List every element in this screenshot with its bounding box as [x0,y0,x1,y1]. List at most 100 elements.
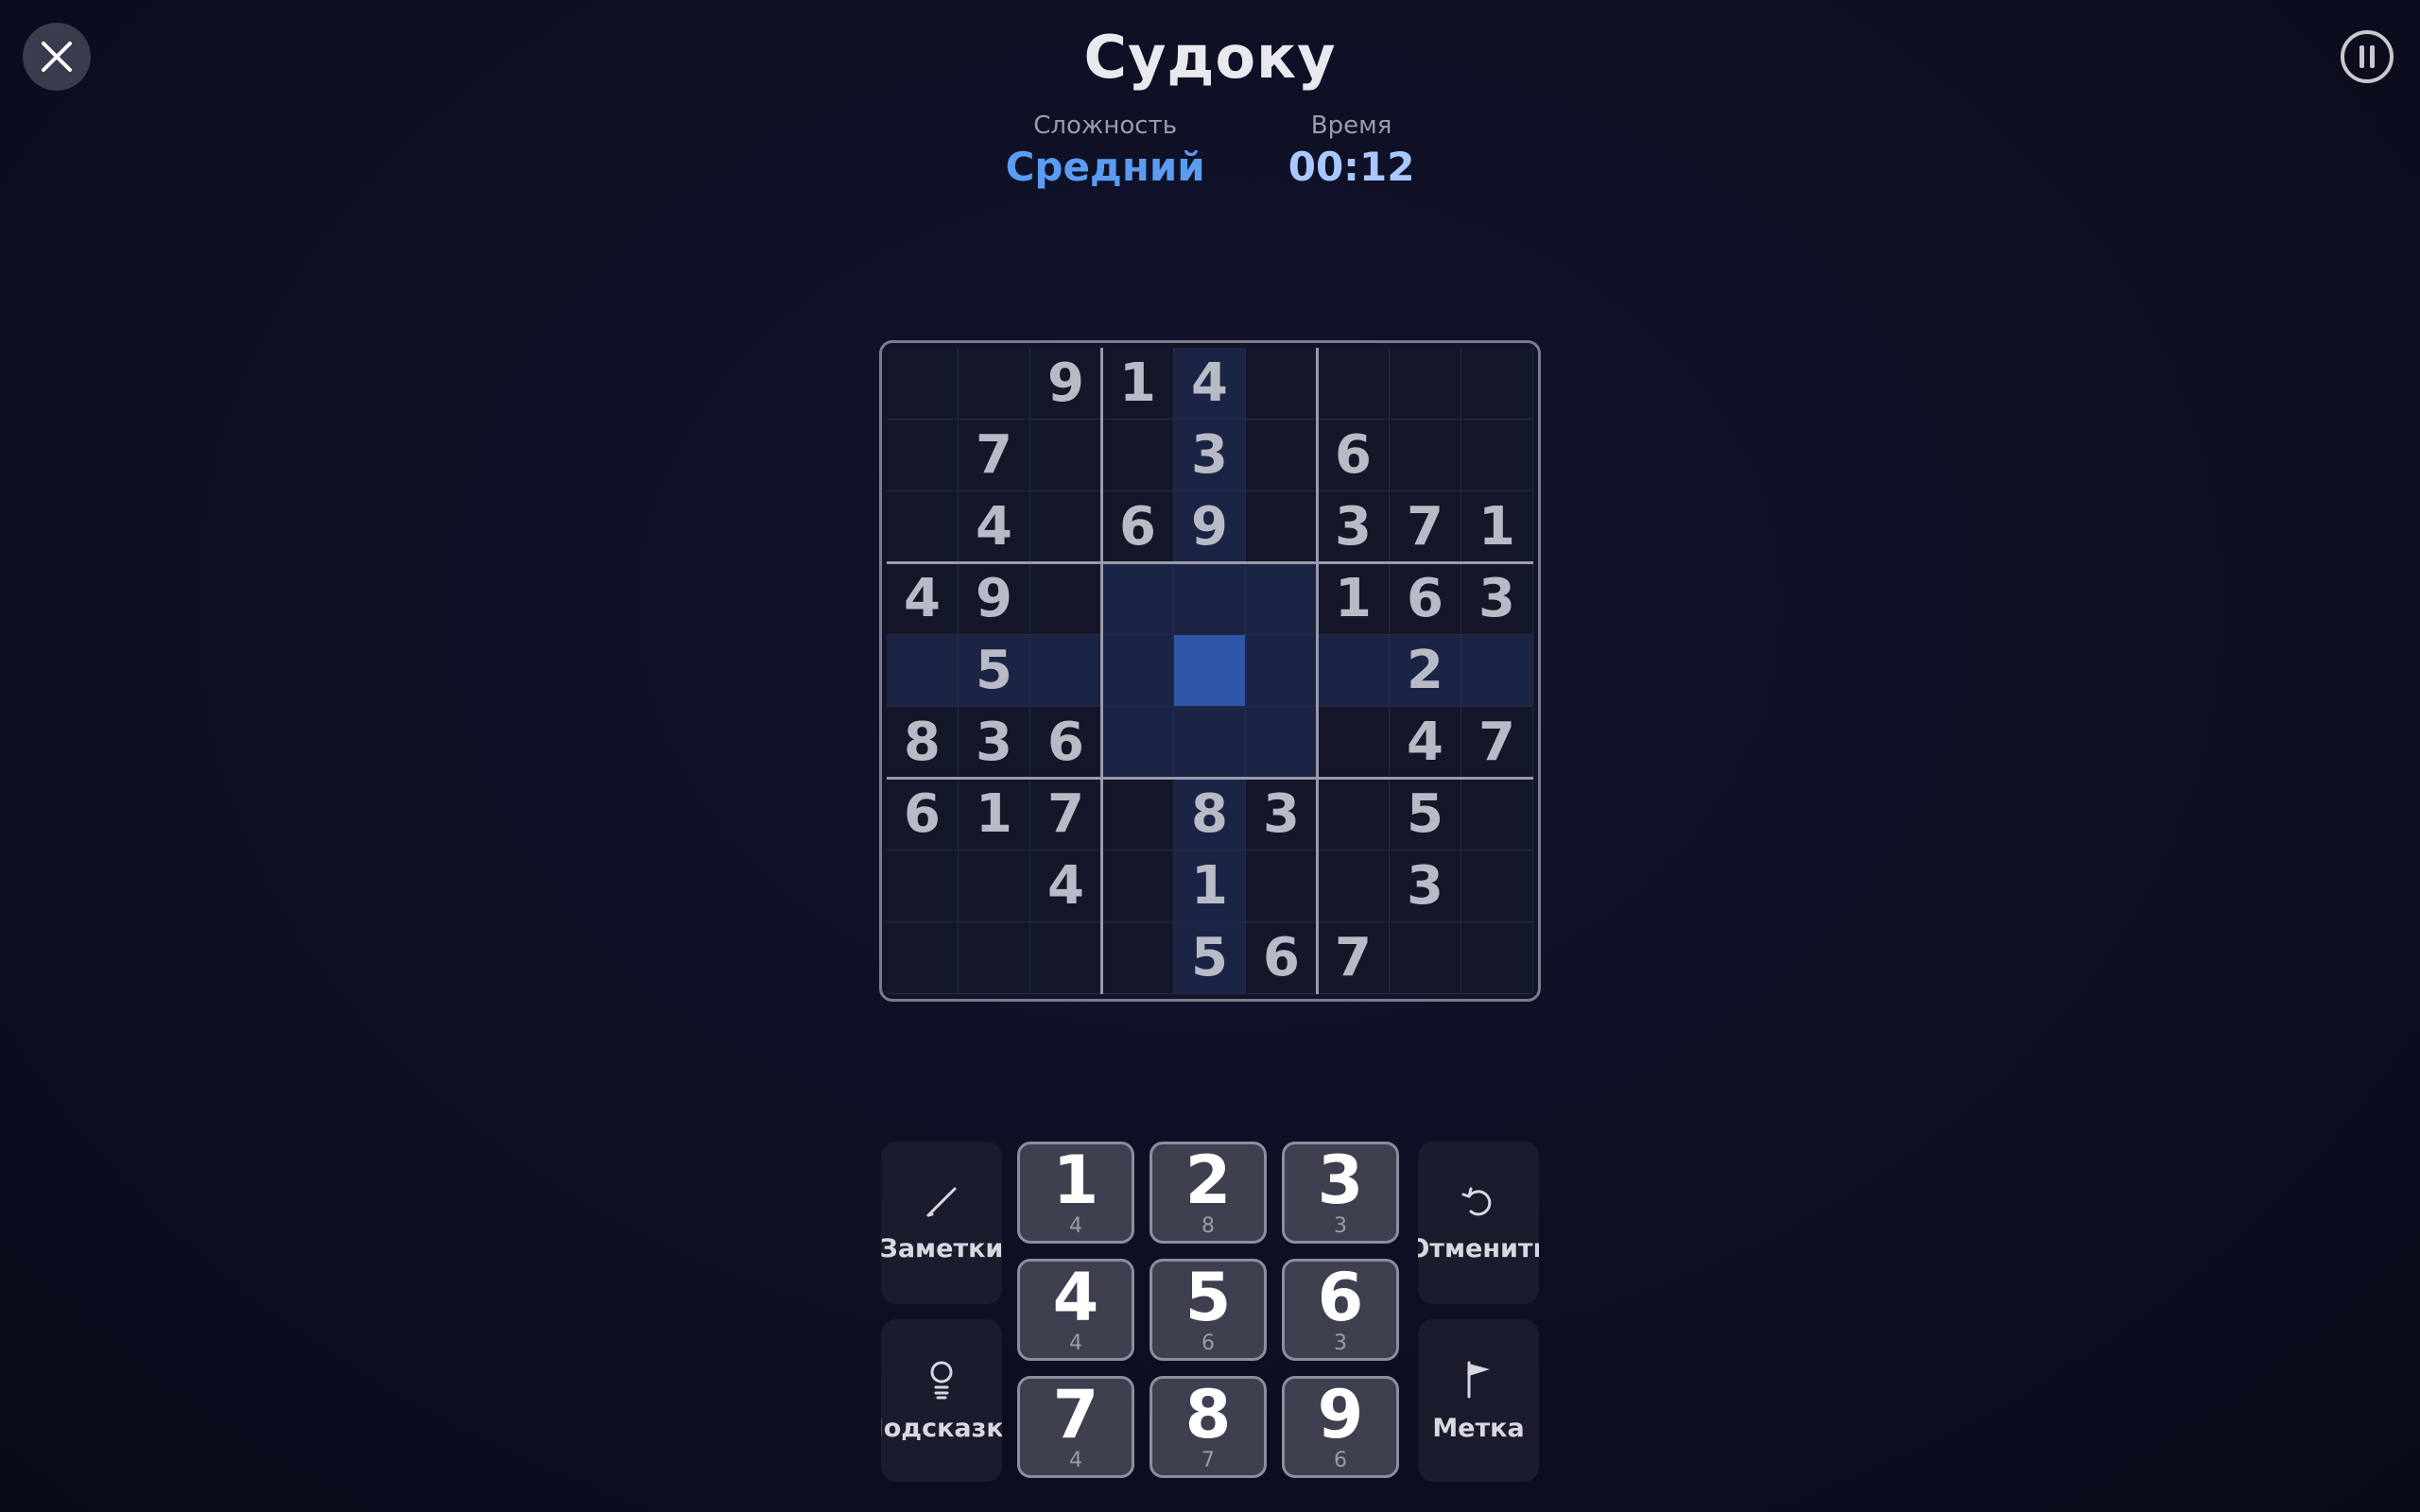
sudoku-cell[interactable]: 4 [1030,850,1102,922]
sudoku-cell[interactable] [1102,779,1174,850]
sudoku-cell[interactable]: 9 [959,563,1030,635]
sudoku-cell[interactable] [1102,922,1174,994]
sudoku-cell[interactable] [1174,635,1246,707]
sudoku-cell[interactable]: 6 [1318,420,1390,491]
sudoku-cell[interactable]: 3 [1318,491,1390,563]
sudoku-cell[interactable]: 7 [1318,922,1390,994]
number-button-1[interactable]: 14 [1017,1142,1134,1244]
time-label: Время [1310,112,1392,140]
sudoku-cell[interactable] [1030,491,1102,563]
sudoku-cell[interactable]: 7 [1030,779,1102,850]
flag-icon [1467,1361,1490,1398]
sudoku-cell[interactable]: 8 [1174,779,1246,850]
sudoku-cell[interactable]: 4 [1390,707,1461,779]
sudoku-cell[interactable]: 3 [1390,850,1461,922]
number-button-5[interactable]: 56 [1150,1259,1267,1361]
sudoku-cell[interactable] [1174,563,1246,635]
sudoku-cell[interactable]: 6 [1246,922,1318,994]
sudoku-cell[interactable] [1102,707,1174,779]
sudoku-cell[interactable]: 1 [1102,348,1174,420]
sudoku-cell[interactable] [1246,491,1318,563]
sudoku-cell[interactable] [1318,707,1390,779]
sudoku-cell[interactable]: 4 [887,563,959,635]
sudoku-cell[interactable] [1246,850,1318,922]
sudoku-grid: 914736469371491635283647617835413567 [887,348,1533,994]
sudoku-cell[interactable] [887,491,959,563]
number-button-2[interactable]: 28 [1150,1142,1267,1244]
sudoku-cell[interactable]: 6 [1102,491,1174,563]
sudoku-cell[interactable]: 6 [1390,563,1461,635]
sudoku-cell[interactable] [1390,420,1461,491]
sudoku-cell[interactable] [1102,563,1174,635]
sudoku-cell[interactable]: 6 [1030,707,1102,779]
number-remaining-count: 4 [1069,1332,1082,1355]
number-button-6[interactable]: 63 [1282,1259,1399,1361]
sudoku-cell[interactable] [1461,779,1533,850]
sudoku-cell[interactable] [959,348,1030,420]
sudoku-cell[interactable]: 3 [959,707,1030,779]
flag-button[interactable]: Метка [1418,1319,1539,1482]
sudoku-cell[interactable] [887,922,959,994]
hint-button[interactable]: Подсказка [881,1319,1002,1482]
sudoku-cell[interactable] [1318,348,1390,420]
sudoku-cell[interactable]: 8 [887,707,959,779]
sudoku-cell[interactable] [887,850,959,922]
sudoku-cell[interactable]: 7 [1461,707,1533,779]
number-button-9[interactable]: 96 [1282,1376,1399,1478]
sudoku-cell[interactable]: 3 [1174,420,1246,491]
sudoku-cell[interactable] [1174,707,1246,779]
sudoku-cell[interactable]: 1 [1174,850,1246,922]
sudoku-cell[interactable] [1461,850,1533,922]
sudoku-cell[interactable] [1390,348,1461,420]
sudoku-cell[interactable]: 9 [1030,348,1102,420]
sudoku-cell[interactable]: 3 [1461,563,1533,635]
number-button-8[interactable]: 87 [1150,1376,1267,1478]
sudoku-cell[interactable]: 9 [1174,491,1246,563]
sudoku-cell[interactable] [1461,348,1533,420]
sudoku-cell[interactable] [1030,635,1102,707]
sudoku-cell[interactable] [1246,563,1318,635]
sudoku-cell[interactable] [959,850,1030,922]
sudoku-cell[interactable] [1102,420,1174,491]
sudoku-cell[interactable]: 6 [887,779,959,850]
sudoku-cell[interactable] [887,420,959,491]
sudoku-cell[interactable] [1030,420,1102,491]
sudoku-cell[interactable] [1461,922,1533,994]
sudoku-cell[interactable] [887,348,959,420]
sudoku-cell[interactable] [1030,563,1102,635]
sudoku-cell[interactable]: 5 [1174,922,1246,994]
sudoku-cell[interactable] [1246,420,1318,491]
undo-button[interactable]: Отменить [1418,1142,1539,1304]
number-button-7[interactable]: 74 [1017,1376,1134,1478]
sudoku-cell[interactable] [1461,420,1533,491]
box-divider [1100,348,1103,994]
sudoku-cell[interactable] [1461,635,1533,707]
sudoku-cell[interactable] [1318,850,1390,922]
sudoku-cell[interactable] [1246,635,1318,707]
sudoku-cell[interactable]: 5 [1390,779,1461,850]
sudoku-cell[interactable] [959,922,1030,994]
sudoku-cell[interactable]: 1 [1461,491,1533,563]
sudoku-cell[interactable]: 7 [1390,491,1461,563]
notes-button[interactable]: Заметки [881,1142,1002,1304]
sudoku-cell[interactable]: 7 [959,420,1030,491]
sudoku-cell[interactable]: 1 [1318,563,1390,635]
number-button-4[interactable]: 44 [1017,1259,1134,1361]
sudoku-cell[interactable] [1246,348,1318,420]
sudoku-cell[interactable] [1102,850,1174,922]
sudoku-cell[interactable]: 5 [959,635,1030,707]
sudoku-cell[interactable] [1246,707,1318,779]
sudoku-cell[interactable]: 2 [1390,635,1461,707]
sudoku-cell[interactable]: 4 [1174,348,1246,420]
sudoku-cell[interactable] [1318,635,1390,707]
sudoku-cell[interactable]: 3 [1246,779,1318,850]
sudoku-cell[interactable] [1030,922,1102,994]
sudoku-cell[interactable] [1102,635,1174,707]
sudoku-cell[interactable] [1318,779,1390,850]
sudoku-cell[interactable] [887,635,959,707]
sudoku-cell[interactable]: 1 [959,779,1030,850]
sudoku-cell[interactable]: 4 [959,491,1030,563]
sudoku-cell[interactable] [1390,922,1461,994]
number-button-3[interactable]: 33 [1282,1142,1399,1244]
box-divider [887,561,1533,564]
